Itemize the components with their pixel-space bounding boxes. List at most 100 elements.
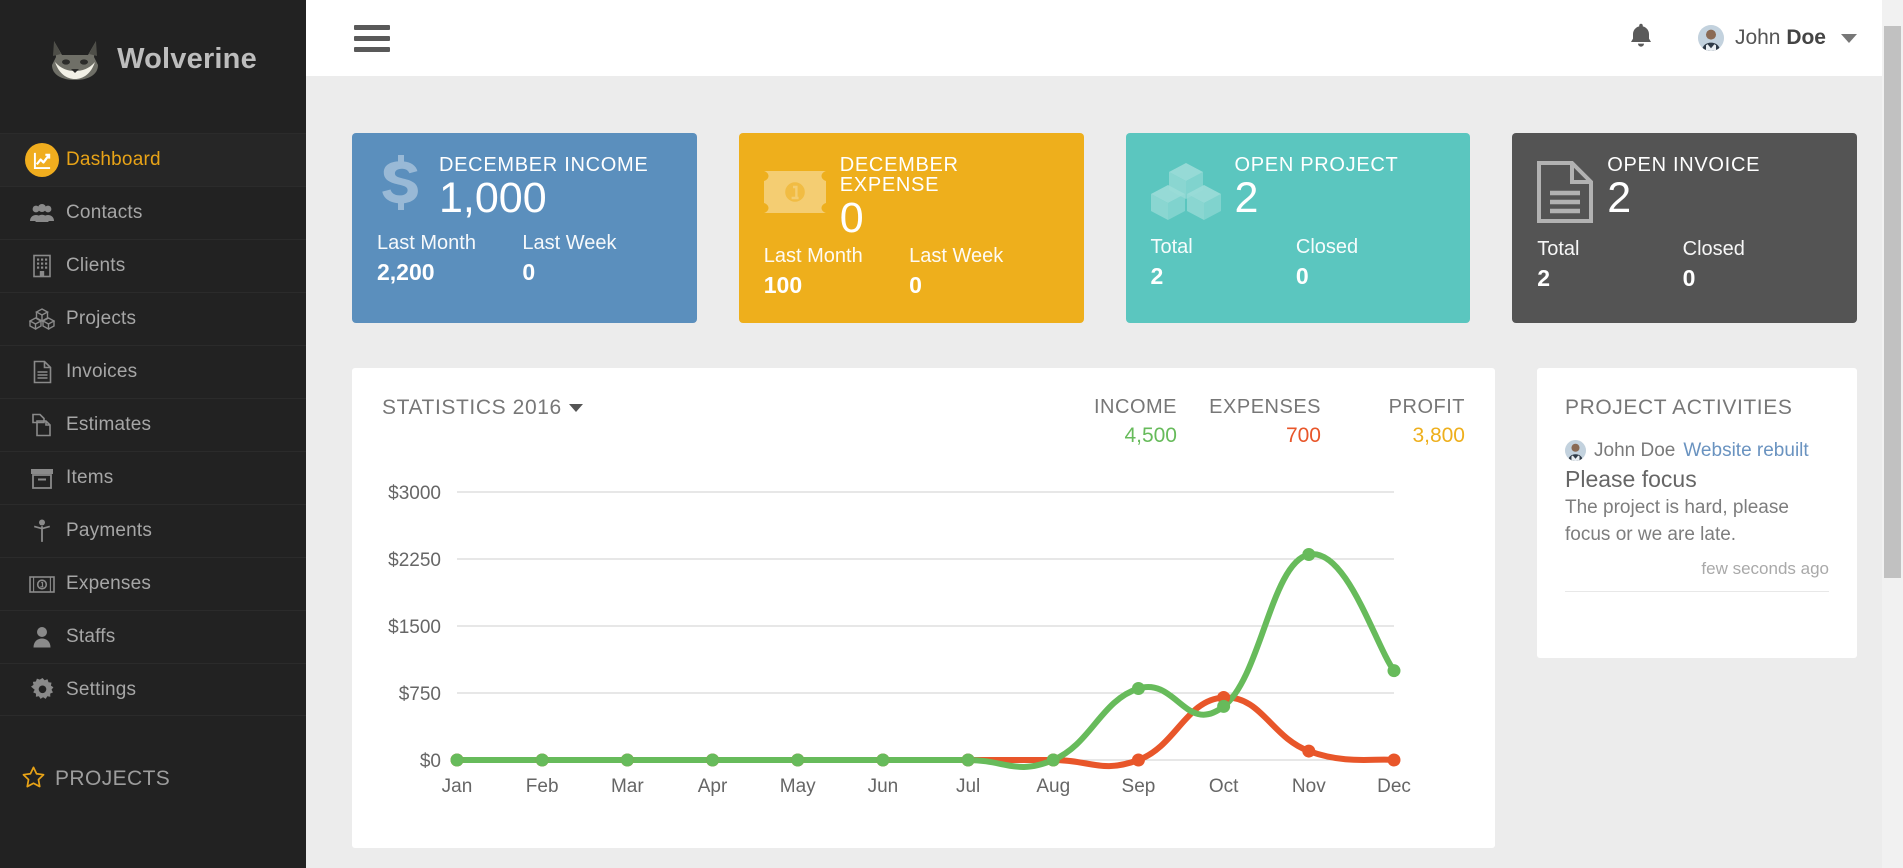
stat-card-sub-value: 2,200 — [377, 259, 435, 285]
stat-card-sub-label: Last Week — [909, 244, 1004, 267]
topbar-right: John Doe — [1630, 23, 1857, 53]
statistics-legend: INCOME 4,500 EXPENSES 700 PROFIT 3,800 — [1033, 396, 1465, 448]
dollar-sign-icon — [377, 155, 425, 222]
sidebar-item-label: Staffs — [66, 626, 116, 647]
person-icon — [18, 512, 66, 550]
project-activities-title: PROJECT ACTIVITIES — [1565, 395, 1793, 419]
legend-item-profit: PROFIT 3,800 — [1321, 396, 1465, 448]
sidebar-item-label: Contacts — [66, 202, 143, 223]
gear-icon — [18, 671, 66, 709]
page-scrollbar[interactable] — [1882, 0, 1903, 868]
stat-card-sub-value: 2 — [1150, 263, 1164, 289]
sidebar-item-dashboard[interactable]: Dashboard — [0, 133, 306, 186]
svg-text:Oct: Oct — [1209, 776, 1239, 797]
activity-subject: Please focus — [1565, 465, 1697, 492]
wolf-head-icon — [49, 38, 101, 82]
stat-card-sub: Closed 0 — [1296, 234, 1441, 292]
scrollbar-thumb[interactable] — [1884, 26, 1901, 578]
users-icon — [18, 194, 66, 232]
svg-text:May: May — [780, 776, 816, 797]
svg-text:$1500: $1500 — [388, 617, 441, 638]
sidebar-item-label: Expenses — [66, 573, 152, 594]
svg-text:Feb: Feb — [526, 776, 559, 797]
sidebar-item-label: Settings — [66, 678, 137, 700]
sidebar-item-label: Estimates — [66, 414, 152, 435]
sidebar-item-staffs[interactable]: Staffs — [0, 610, 306, 663]
svg-text:$2250: $2250 — [388, 550, 441, 571]
sidebar-item-label: Items — [66, 467, 114, 488]
statistics-title: STATISTICS 2016 — [382, 395, 562, 419]
svg-text:Jun: Jun — [868, 776, 899, 797]
statistics-title-dropdown[interactable]: STATISTICS 2016 — [382, 396, 583, 420]
sidebar-item-projects[interactable]: Projects — [0, 292, 306, 345]
legend-item-income: INCOME 4,500 — [1033, 396, 1177, 448]
user-icon — [18, 618, 66, 656]
stat-card-title: OPEN INVOICE — [1607, 154, 1761, 176]
legend-label: INCOME — [1094, 395, 1177, 418]
file-text-icon — [18, 353, 66, 391]
svg-text:Dec: Dec — [1377, 776, 1411, 797]
cubes-icon — [18, 300, 66, 338]
building-icon — [18, 247, 66, 285]
app-root: Wolverine Dashboard Contacts Clients Pro… — [0, 0, 1903, 868]
stat-card-sub-label: Closed — [1295, 236, 1359, 258]
stat-card-sub: Closed 0 — [1683, 236, 1828, 294]
activity-link[interactable]: Website rebuilt — [1683, 440, 1808, 462]
sidebar-item-contacts[interactable]: Contacts — [0, 186, 306, 239]
sidebar-item-clients[interactable]: Clients — [0, 239, 306, 292]
sidebar-item-label: Payments — [66, 520, 153, 541]
stat-card-open-project[interactable]: OPEN PROJECT 2 Total 2 Closed 0 — [1125, 133, 1471, 323]
hamburger-icon[interactable] — [354, 24, 390, 52]
stat-card-value: 2 — [1234, 174, 1259, 222]
statistics-chart[interactable]: $0 $750 $1500 $2250 $3000 Jan Feb Mar Apr May Jun J… — [382, 476, 1465, 806]
stat-card-sub-label: Closed — [1682, 238, 1745, 260]
svg-text:Apr: Apr — [698, 776, 728, 797]
stat-card-sub: Last Week 0 — [522, 230, 667, 288]
stat-card-sub-value: 0 — [1295, 263, 1309, 289]
svg-text:$3000: $3000 — [388, 483, 441, 504]
sidebar-section-label: PROJECTS — [55, 767, 171, 790]
statistics-panel: STATISTICS 2016 INCOME 4,500 EXPENSES 70… — [352, 367, 1495, 848]
stat-card-sub: Total 2 — [1537, 236, 1682, 294]
stat-card-open-invoice[interactable]: OPEN INVOICE 2 Total 2 Closed 0 — [1512, 133, 1857, 323]
user-menu[interactable]: John Doe — [1697, 25, 1857, 51]
panels-row: STATISTICS 2016 INCOME 4,500 EXPENSES 70… — [352, 367, 1857, 848]
svg-text:Sep: Sep — [1122, 776, 1156, 797]
cubes-icon — [1150, 163, 1221, 226]
stat-card-title: DECEMBER INCOME — [439, 154, 649, 176]
svg-text:Jan: Jan — [442, 776, 473, 797]
stat-card-title: DECEMBER EXPENSE — [839, 154, 959, 196]
svg-text:$0: $0 — [420, 751, 441, 772]
star-icon — [22, 766, 45, 793]
stat-card-december-expense[interactable]: DECEMBER EXPENSE 0 Last Month 100 Last W… — [738, 133, 1084, 323]
project-activities-panel: PROJECT ACTIVITIES John Doe Website rebu… — [1537, 367, 1857, 658]
sidebar-section-projects[interactable]: PROJECTS — [0, 756, 306, 802]
stat-card-december-income[interactable]: DECEMBER INCOME 1,000 Last Month 2,200 L… — [352, 133, 697, 323]
sidebar-item-expenses[interactable]: Expenses — [0, 557, 306, 610]
avatar — [1565, 440, 1586, 462]
sidebar-item-invoices[interactable]: Invoices — [0, 345, 306, 398]
stat-card-sub-label: Total — [1150, 236, 1193, 258]
line-chart-icon — [18, 141, 66, 179]
user-name: John Doe — [1734, 26, 1826, 49]
stat-card-sub-value: 0 — [1682, 265, 1696, 291]
stat-card-sub-label: Last Month — [763, 244, 863, 267]
activity-user: John Doe — [1594, 439, 1676, 461]
statistics-header: STATISTICS 2016 INCOME 4,500 EXPENSES 70… — [382, 396, 1465, 448]
stat-card-sub: Last Month 2,200 — [377, 230, 522, 288]
files-icon — [18, 406, 66, 444]
legend-value: 700 — [1285, 423, 1321, 447]
stat-card-title: OPEN PROJECT — [1234, 154, 1399, 176]
sidebar-item-settings[interactable]: Settings — [0, 663, 306, 716]
sidebar-item-label: Dashboard — [66, 149, 161, 170]
brand-name: Wolverine — [117, 43, 257, 75]
file-text-icon — [1537, 161, 1594, 228]
sidebar-item-estimates[interactable]: Estimates — [0, 398, 306, 451]
sidebar-item-payments[interactable]: Payments — [0, 504, 306, 557]
svg-text:Jul: Jul — [956, 776, 980, 797]
brand[interactable]: Wolverine — [0, 0, 306, 133]
stat-card-sub: Total 2 — [1151, 234, 1296, 292]
sidebar-item-items[interactable]: Items — [0, 451, 306, 504]
chevron-down-icon — [1841, 33, 1857, 43]
bell-icon[interactable] — [1630, 23, 1652, 53]
